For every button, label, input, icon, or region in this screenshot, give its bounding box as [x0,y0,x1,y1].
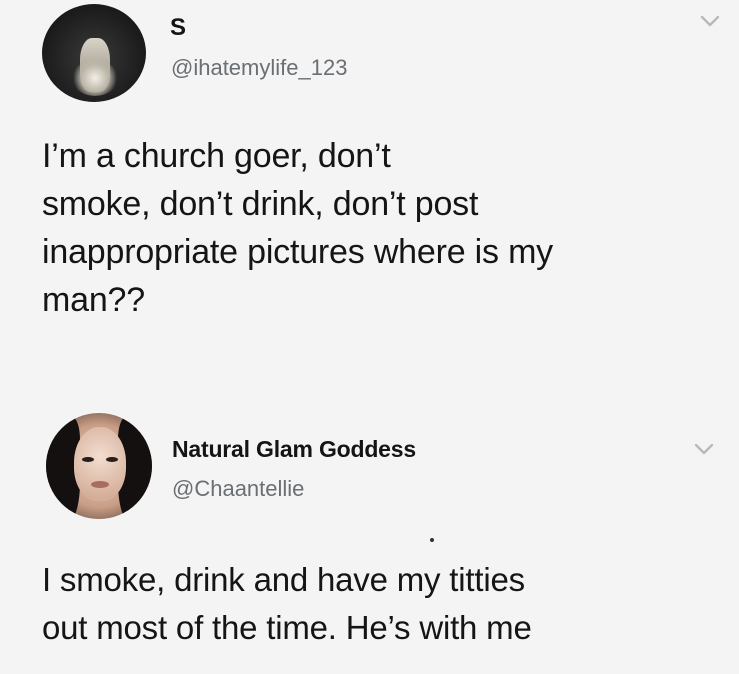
display-name[interactable]: Natural Glam Goddess [172,436,416,463]
tweet-card: Natural Glam Goddess @Chaantellie I smok… [0,400,739,674]
user-handle[interactable]: @ihatemylife_123 [171,55,347,81]
avatar-face [74,427,126,501]
avatar[interactable] [46,413,152,519]
tweet-card: S @ihatemylife_123 I’m a church goer, do… [0,0,739,390]
user-handle[interactable]: @Chaantellie [172,476,304,502]
display-name[interactable]: S [170,14,186,42]
avatar-image-highlight [72,60,118,96]
avatar-eye-right [106,457,118,462]
avatar-eye-left [82,457,94,462]
chevron-down-icon[interactable] [693,442,715,456]
chevron-down-icon[interactable] [699,14,721,28]
tweet-text: I’m a church goer, don’t smoke, don’t dr… [42,137,553,319]
avatar[interactable] [42,4,146,102]
dust-speck [430,538,434,542]
tweet-text: I smoke, drink and have my titties out m… [42,561,532,646]
avatar-lips [91,481,109,488]
